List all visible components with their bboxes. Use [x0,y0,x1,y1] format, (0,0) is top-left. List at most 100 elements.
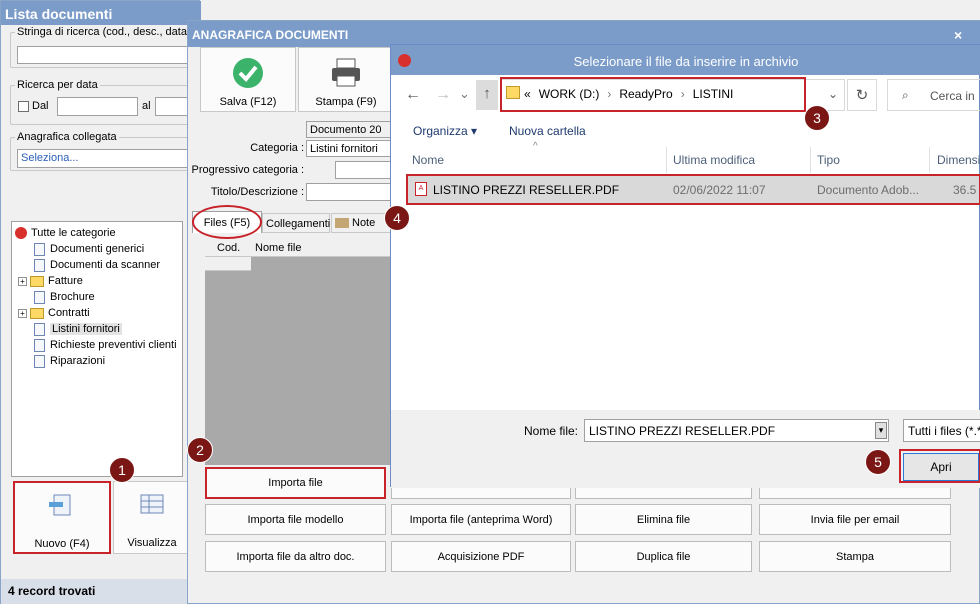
titolo-input[interactable] [306,183,392,201]
document-number: Documento 20 [306,121,392,138]
organizza-label: Organizza [413,124,468,138]
folder-icon [30,275,44,287]
tab-note[interactable]: Note [331,213,391,233]
search-placeholder: Cerca in [930,89,975,103]
printer-icon [332,58,360,87]
close-icon[interactable]: × [954,27,962,43]
organizza-button[interactable]: Organizza ▾ [413,124,477,138]
dal-date-input[interactable] [57,97,138,116]
tree-item-label: Richieste preventivi clienti [50,339,177,351]
visualizza-button[interactable]: Visualizza [113,481,191,554]
date-group-label: Ricerca per data [15,79,100,91]
linked-group: Anagrafica collegata Seleziona... [10,131,201,171]
up-icon[interactable]: ↑ [476,80,498,110]
progressivo-label: Progressivo categoria : [191,164,305,176]
document-icon [34,338,45,352]
elimina-file-button[interactable]: Elimina file [575,504,752,535]
lista-documenti-window: Lista documenti Stringa di ricerca (cod.… [0,0,201,604]
importa-modello-button[interactable]: Importa file modello [205,504,386,535]
expand-icon[interactable]: + [18,308,27,318]
dal-checkbox[interactable] [18,101,29,112]
date-group: Ricerca per data Dal al [10,79,201,125]
nuovo-button[interactable]: Nuovo (F4) [13,481,111,554]
callout-5: 5 [865,449,891,475]
tree-item-richieste-preventivi[interactable]: Richieste preventivi clienti [34,337,177,353]
document-icon [34,258,45,272]
col-tipo[interactable]: Tipo [817,153,840,167]
nuova-cartella-button[interactable]: Nuova cartella [509,124,586,138]
nuovo-label: Nuovo (F4) [34,538,90,550]
tree-item-label: Documenti da scanner [50,259,161,271]
filename-dropdown-icon[interactable]: ▾ [875,422,887,439]
search-icon: ⌕ [902,88,909,102]
breadcrumb: « WORK (D:) › ReadyPro › LISTINI [524,87,733,101]
col-cod: Cod. [217,242,241,254]
invia-email-button[interactable]: Invia file per email [759,504,951,535]
sort-arrow-icon: ^ [533,141,538,152]
document-icon [34,354,45,368]
tree-item-documenti-scanner[interactable]: Documenti da scanner [34,257,160,273]
acquisizione-pdf-button[interactable]: Acquisizione PDF [391,541,571,572]
importa-file-button[interactable]: Importa file [205,467,386,499]
importa-altro-doc-button[interactable]: Importa file da altro doc. [205,541,386,572]
strawberry-icon [15,227,27,239]
recent-dropdown-icon[interactable]: ⌄ [459,86,470,102]
files-tab-highlight [192,205,262,239]
breadcrumb-overflow[interactable]: « [524,87,531,101]
tree-item-label: Fatture [48,275,83,287]
folder-icon [506,86,520,99]
tree-item-label: Riparazioni [50,355,106,367]
search-input[interactable] [17,46,201,64]
progressivo-input[interactable] [335,161,392,179]
tree-item-documenti-generici[interactable]: Documenti generici [34,241,144,257]
col-nome[interactable]: Nome [412,153,444,167]
search-box[interactable]: ⌕ Cerca in [887,79,980,111]
dialog-title: Selezionare il file da inserire in archi… [391,45,980,75]
salva-label: Salva (F12) [219,96,277,108]
address-dropdown-icon[interactable]: ⌄ [828,87,838,101]
tree-item-riparazioni[interactable]: Riparazioni [34,353,105,369]
stampa-list-button[interactable]: Stampa [759,541,951,572]
tree-item-label: Documenti generici [50,243,145,255]
file-row-highlight [406,174,980,205]
col-ultima-modifica[interactable]: Ultima modifica [673,153,755,167]
filename-input[interactable]: LISTINO PREZZI RESELLER.PDF [584,419,889,442]
forward-icon[interactable]: → [435,86,451,104]
salva-button[interactable]: Salva (F12) [200,47,296,112]
col-dimensione[interactable]: Dimensi [937,153,980,167]
callout-3: 3 [804,105,830,131]
chevron-right-icon: › [680,87,685,101]
search-label: Stringa di ricerca (cod., desc., data [15,26,189,38]
refresh-icon[interactable]: ↻ [847,79,877,111]
dropdown-triangle-icon: ▾ [471,124,478,138]
tree-item-listini-fornitori[interactable]: Listini fornitori [34,321,122,337]
tree-item-root[interactable]: Tutte le categorie [15,225,116,241]
stampa-button[interactable]: Stampa (F9) [298,47,394,112]
tab-collegamenti[interactable]: Collegamenti [262,213,330,233]
breadcrumb-item-work[interactable]: WORK (D:) [539,87,600,101]
new-document-icon [49,494,71,516]
tree-item-fatture[interactable]: + Fatture [18,273,83,289]
document-icon [34,290,45,304]
tab-collegamenti-label: Collegamenti [266,218,331,230]
filename-label: Nome file: [524,424,579,438]
linked-select[interactable]: Seleziona... [17,149,201,168]
breadcrumb-item-readypro[interactable]: ReadyPro [619,87,672,101]
dialog-footer: Nome file: LISTINO PREZZI RESELLER.PDF ▾… [391,410,980,488]
back-icon[interactable]: ← [405,86,421,104]
tree-item-label: Brochure [50,291,95,303]
tree-item-contratti[interactable]: + Contratti [18,305,90,321]
tree-item-label: Contratti [48,307,90,319]
importa-word-button[interactable]: Importa file (anteprima Word) [391,504,571,535]
tree-item-brochure[interactable]: Brochure [34,289,95,305]
breadcrumb-item-listini[interactable]: LISTINI [693,87,734,101]
category-tree: Tutte le categorie Documenti generici Do… [11,221,183,477]
categoria-select[interactable]: Listini fornitori [306,140,392,157]
visualizza-label: Visualizza [127,537,177,549]
check-icon [233,58,263,88]
expand-icon[interactable]: + [18,276,27,286]
filetype-select[interactable]: Tutti i files (*.* [903,419,980,442]
grid-new-row[interactable] [205,257,251,271]
col-divider [666,147,667,173]
duplica-file-button[interactable]: Duplica file [575,541,752,572]
